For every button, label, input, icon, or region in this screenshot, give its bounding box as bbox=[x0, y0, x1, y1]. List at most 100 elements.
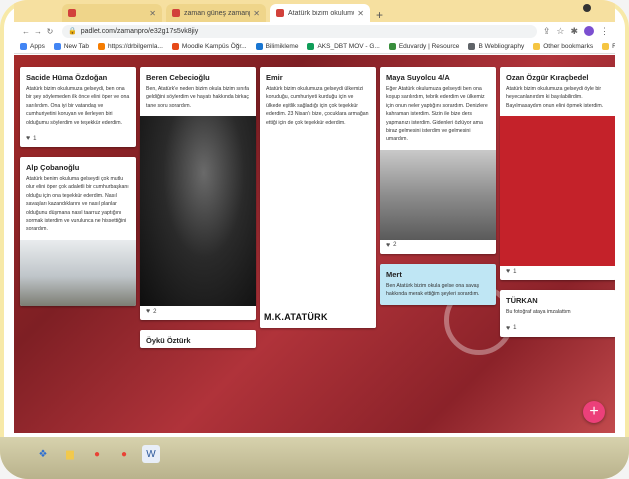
post-image[interactable] bbox=[140, 116, 256, 307]
profile-avatar[interactable] bbox=[584, 26, 594, 36]
bookmark-label: Bilimikleme bbox=[265, 43, 299, 50]
padlet-wall: Sacide Hüma Özdoğan Atatürk bizim okulumu… bbox=[14, 55, 615, 433]
browser-tab-2[interactable]: zaman güneş zamanpro✕ bbox=[166, 4, 266, 22]
bookmark-label: New Tab bbox=[63, 43, 89, 50]
post-author: Beren Cebecioğlu bbox=[146, 73, 210, 82]
browser-tab-3-active[interactable]: Atatürk bizim okulumuza gele...✕ bbox=[270, 4, 370, 22]
url-text: padlet.com/zamanpro/e32g17s5vk8jiy bbox=[80, 27, 199, 35]
file-explorer-icon[interactable]: ▆ bbox=[61, 445, 79, 463]
post-card[interactable]: Öykü Öztürk bbox=[140, 330, 256, 349]
windows-icon[interactable]: ❖ bbox=[34, 445, 52, 463]
post-author: Ozan Özgür Kıraçbedel bbox=[506, 73, 589, 82]
folder-icon bbox=[533, 43, 541, 50]
wall-column: Beren Cebecioğlu Ben, Atatürk'e neden biz… bbox=[140, 67, 256, 358]
post-card[interactable]: Beren Cebecioğlu Ben, Atatürk'e neden biz… bbox=[140, 67, 256, 321]
add-post-button[interactable]: + bbox=[583, 401, 605, 423]
post-author: Alp Çobanoğlu bbox=[26, 163, 80, 173]
bookmark-folder[interactable]: Reading list bbox=[602, 43, 615, 50]
menu-icon[interactable]: ⋮ bbox=[600, 26, 609, 37]
bookmark-favicon-icon bbox=[255, 43, 263, 50]
bookmark-label: Apps bbox=[30, 43, 45, 50]
post-card[interactable]: TÜRKAN Bu fotoğraf ataya imzalattım ♥ 1 bbox=[500, 290, 615, 337]
lock-icon: 🔒 bbox=[68, 28, 77, 35]
post-author: Maya Suyolcu 4/A bbox=[386, 73, 450, 82]
bookmark-item[interactable]: Eduvardy | Resource bbox=[388, 43, 460, 50]
wall-column: Sacide Hüma Özdoğan Atatürk bizim okulumu… bbox=[20, 67, 136, 316]
heart-icon[interactable]: ♥ bbox=[146, 308, 150, 315]
tab-favicon-icon bbox=[276, 9, 284, 17]
new-tab-button[interactable]: + bbox=[376, 8, 383, 22]
post-reactions[interactable]: ♥ 1 bbox=[500, 266, 615, 280]
bookmark-favicon-icon bbox=[307, 43, 315, 50]
bookmark-item[interactable]: B Webliography bbox=[468, 43, 524, 50]
bookmarks-bar: Apps New Tab https://drbilgemla... Moodle K… bbox=[14, 40, 615, 54]
post-image[interactable] bbox=[20, 239, 136, 306]
post-card[interactable]: Ozan Özgür Kıraçbedel Atatürk bizim okulu… bbox=[500, 67, 615, 281]
heart-icon[interactable]: ♥ bbox=[506, 268, 510, 275]
browser-tab-1[interactable]: ✕ bbox=[62, 4, 162, 22]
window-control-icon[interactable] bbox=[583, 4, 591, 12]
post-reactions[interactable]: ♥ 2 bbox=[380, 240, 496, 254]
post-author: TÜRKAN bbox=[506, 296, 538, 306]
bookmark-label: B Webliography bbox=[478, 43, 525, 50]
post-card[interactable]: Sacide Hüma Özdoğan Atatürk bizim okulumu… bbox=[20, 67, 136, 148]
post-image[interactable]: M.K.ATATÜRK bbox=[260, 133, 376, 329]
folder-icon bbox=[602, 43, 610, 50]
bookmark-favicon-icon bbox=[98, 43, 105, 50]
post-author: Sacide Hüma Özdoğan bbox=[26, 73, 108, 82]
post-image[interactable] bbox=[380, 149, 496, 240]
post-author: Emir bbox=[266, 73, 283, 82]
bookmark-folder[interactable]: Other bookmarks bbox=[533, 43, 593, 50]
heart-icon[interactable]: ♥ bbox=[386, 242, 390, 249]
share-icon[interactable]: ⇪ bbox=[543, 26, 551, 37]
tab-close-icon[interactable]: ✕ bbox=[253, 9, 260, 18]
post-image[interactable] bbox=[500, 116, 615, 267]
post-card[interactable]: Mert Ben Atatürk bizim okula gelse ona sa… bbox=[380, 263, 496, 305]
post-reactions[interactable]: ♥ 2 bbox=[140, 306, 256, 320]
post-card[interactable]: Emir Atatürk bizim okulumuza gelseydi ülk… bbox=[260, 67, 376, 329]
taskbar-icons: ❖ ▆ ● ● W bbox=[34, 445, 169, 463]
bookmark-favicon-icon bbox=[388, 43, 396, 50]
chrome-icon[interactable]: ● bbox=[88, 445, 106, 463]
browser-tab-strip: ✕ zaman güneş zamanpro✕ Atatürk bizim ok… bbox=[14, 0, 615, 22]
post-text: Eğer Atatürk okulumuza gelseydi ben ona … bbox=[386, 86, 488, 143]
post-card[interactable]: Maya Suyolcu 4/A Eğer Atatürk okulumuza g… bbox=[380, 67, 496, 254]
screenshot-frame: ✕ zaman güneş zamanpro✕ Atatürk bizim ok… bbox=[0, 0, 629, 479]
post-reactions[interactable]: ♥ 1 bbox=[500, 323, 615, 337]
post-card[interactable]: Alp Çobanoğlu Atatürk benim okuluma gelse… bbox=[20, 157, 136, 306]
extensions-icon[interactable]: ✱ bbox=[570, 26, 578, 37]
bookmark-favicon-icon bbox=[53, 43, 61, 50]
forward-icon[interactable]: → bbox=[32, 27, 44, 36]
post-author: Öykü Öztürk bbox=[146, 336, 191, 346]
like-count: 2 bbox=[153, 308, 157, 315]
chrome-2-icon[interactable]: ● bbox=[115, 445, 133, 463]
bookmark-item[interactable]: AKS_DBT MOV - G... bbox=[307, 43, 380, 50]
bookmark-item[interactable]: Bilimikleme bbox=[255, 43, 299, 50]
bookmark-label: Reading list bbox=[612, 43, 615, 50]
post-text: Atatürk benim okuluma gelseydi çok mutlu… bbox=[26, 176, 129, 233]
bookmark-label: Moodle Kampüs Öğr... bbox=[181, 43, 247, 50]
post-text: Bu fotoğraf ataya imzalattım bbox=[506, 309, 571, 316]
bookmarks-right: Other bookmarks Reading list bbox=[533, 43, 615, 50]
back-icon[interactable]: ← bbox=[20, 27, 32, 36]
heart-icon[interactable]: ♥ bbox=[506, 325, 510, 332]
bookmark-item[interactable]: New Tab bbox=[53, 43, 89, 50]
tab-label: zaman güneş zamanpro bbox=[184, 9, 250, 17]
bookmark-label: Eduvardy | Resource bbox=[398, 43, 460, 50]
tab-favicon-icon bbox=[172, 9, 180, 17]
like-count: 2 bbox=[393, 242, 397, 249]
bookmark-label: https://drbilgemla... bbox=[108, 43, 163, 50]
like-count: 1 bbox=[33, 135, 37, 142]
reload-icon[interactable]: ↻ bbox=[44, 27, 56, 36]
tab-close-icon[interactable]: ✕ bbox=[357, 9, 364, 18]
star-icon[interactable]: ☆ bbox=[556, 26, 564, 37]
heart-icon[interactable]: ♥ bbox=[26, 135, 30, 142]
bookmark-item[interactable]: Apps bbox=[20, 43, 45, 50]
address-bar[interactable]: 🔒 padlet.com/zamanpro/e32g17s5vk8jiy bbox=[62, 24, 537, 38]
post-text: Atatürk bizim okulumuza gelseydi, ben on… bbox=[26, 86, 130, 126]
post-reactions[interactable]: ♥ 1 bbox=[20, 133, 136, 147]
word-icon[interactable]: W bbox=[142, 445, 160, 463]
tab-close-icon[interactable]: ✕ bbox=[149, 9, 156, 18]
bookmark-item[interactable]: https://drbilgemla... bbox=[98, 43, 163, 50]
bookmark-item[interactable]: Moodle Kampüs Öğr... bbox=[171, 43, 247, 50]
